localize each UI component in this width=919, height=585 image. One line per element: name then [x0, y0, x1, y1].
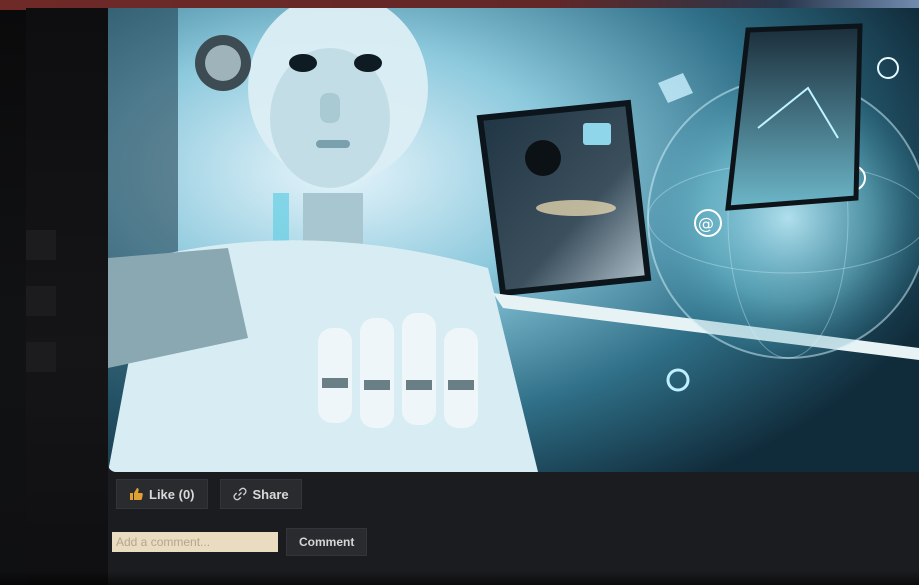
bottom-shadow [0, 571, 919, 585]
post-actions: Like (0) Share [116, 479, 302, 509]
comment-input[interactable] [112, 532, 278, 552]
comment-button[interactable]: Comment [286, 528, 368, 556]
post-image[interactable]: @ [108, 8, 919, 472]
post-illustration: @ [108, 8, 919, 472]
sidebar-item-1[interactable] [26, 230, 56, 260]
comment-row: Comment [112, 528, 368, 556]
thumbs-up-icon [129, 487, 143, 501]
screen: @ Like (0) Share Add a comment... Commen… [0, 0, 919, 585]
svg-text:@: @ [698, 214, 714, 233]
sidebar-item-2[interactable] [26, 286, 56, 316]
link-icon [232, 487, 247, 501]
post-card: @ Like (0) Share Add a comment... Commen… [108, 8, 919, 585]
left-sidebar [26, 8, 108, 585]
share-button[interactable]: Share [219, 479, 302, 509]
share-label: Share [252, 486, 289, 502]
sidebar-item-3[interactable] [26, 342, 56, 372]
like-label: Like (0) [149, 486, 195, 502]
like-button[interactable]: Like (0) [116, 479, 208, 509]
